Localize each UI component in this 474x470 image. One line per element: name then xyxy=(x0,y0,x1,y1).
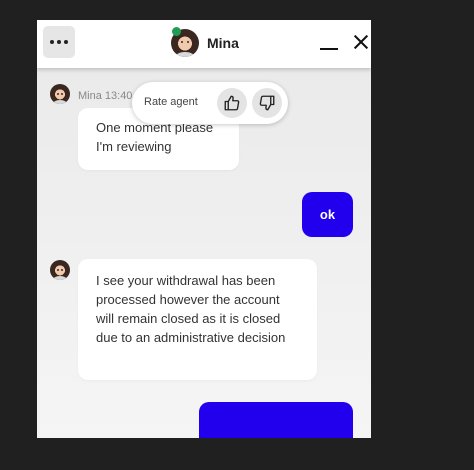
online-status-icon xyxy=(172,27,181,36)
agent-info: Mina xyxy=(171,28,239,58)
agent-message: I see your withdrawal has been processed… xyxy=(78,259,317,380)
thumbs-up-button[interactable] xyxy=(217,88,247,118)
close-button[interactable] xyxy=(351,32,371,52)
thumbs-down-icon xyxy=(259,95,275,111)
message-avatar xyxy=(50,260,70,280)
thumbs-down-button[interactable] xyxy=(252,88,282,118)
rate-agent-popup: Rate agent xyxy=(132,82,288,124)
minimize-button[interactable] xyxy=(319,32,339,52)
more-options-button[interactable] xyxy=(43,26,75,58)
message-avatar xyxy=(50,84,70,104)
dot-icon xyxy=(50,40,54,44)
agent-avatar xyxy=(50,84,70,104)
chat-window: Mina Mina 13:40 One moment please I'm re… xyxy=(37,20,371,438)
dot-icon xyxy=(57,40,61,44)
message-text: I see your withdrawal has been processed… xyxy=(96,273,286,345)
thumbs-up-icon xyxy=(224,95,240,111)
agent-name: Mina xyxy=(207,35,239,51)
message-meta: Mina 13:40 xyxy=(78,90,133,102)
dot-icon xyxy=(64,40,68,44)
chat-header: Mina xyxy=(37,20,371,68)
rate-agent-label: Rate agent xyxy=(144,96,198,108)
user-message xyxy=(199,402,353,438)
user-message: ok xyxy=(302,192,353,237)
message-text: ok xyxy=(319,207,336,222)
agent-avatar xyxy=(50,260,70,280)
